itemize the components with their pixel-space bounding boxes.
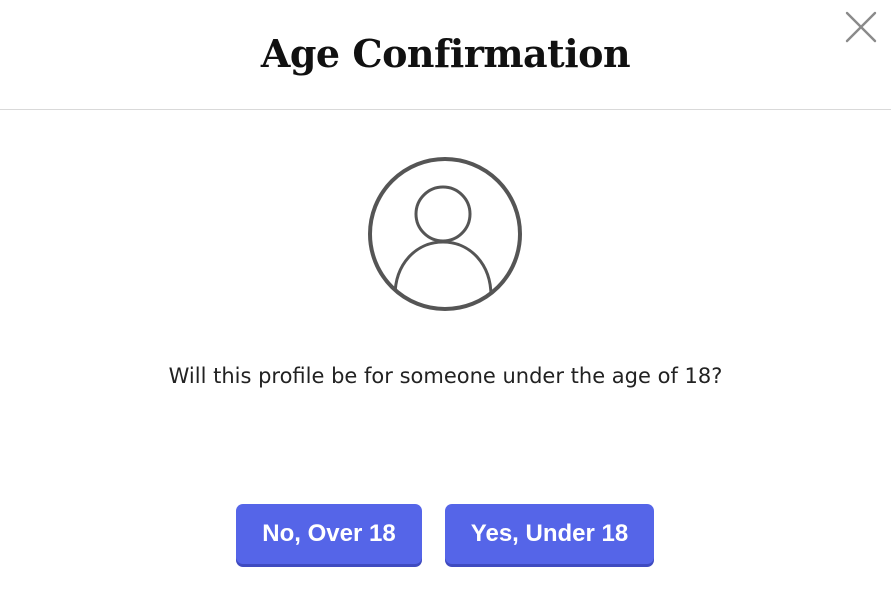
age-confirmation-dialog: Age Confirmation Will this profile be fo…	[0, 0, 891, 590]
close-icon	[845, 11, 877, 43]
yes-under-18-button[interactable]: Yes, Under 18	[445, 504, 654, 564]
no-over-18-button[interactable]: No, Over 18	[236, 504, 422, 564]
dialog-header: Age Confirmation	[0, 0, 891, 110]
user-avatar-icon	[368, 157, 522, 311]
age-question: Will this profile be for someone under t…	[168, 364, 723, 388]
dialog-title: Age Confirmation	[260, 31, 631, 76]
close-button[interactable]	[844, 10, 878, 44]
